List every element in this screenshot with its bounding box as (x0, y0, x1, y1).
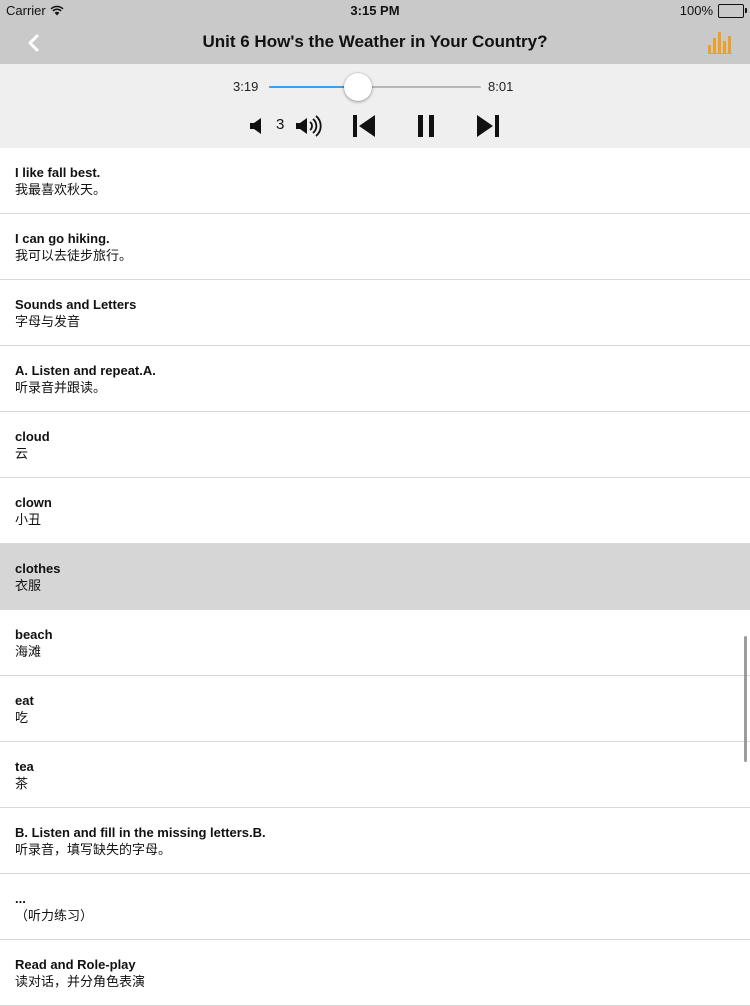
sentence-english: ... (15, 891, 26, 906)
sentence-english: I can go hiking. (15, 231, 110, 246)
battery-icon (718, 3, 747, 18)
volume-up-button[interactable] (294, 112, 326, 140)
list-item[interactable]: Read and Role-play 读对话，并分角色表演 (0, 940, 750, 1006)
scroll-indicator[interactable] (744, 636, 747, 762)
status-bar: Carrier 3:15 PM 100% (0, 0, 750, 22)
sentence-english: clothes (15, 561, 61, 576)
list-item[interactable]: Sounds and Letters 字母与发音 (0, 280, 750, 346)
sentence-english: Sounds and Letters (15, 297, 137, 312)
sentence-english: tea (15, 759, 34, 774)
progress-slider[interactable] (269, 73, 481, 101)
sentence-chinese: 我最喜欢秋天。 (15, 182, 107, 197)
battery-percent: 100% (679, 3, 713, 18)
sentence-chinese: 茶 (15, 776, 29, 791)
list-item[interactable]: cloud 云 (0, 412, 750, 478)
sentence-english: clown (15, 495, 52, 510)
sentence-chinese: 吃 (15, 710, 29, 725)
speaker-high-icon (296, 115, 322, 137)
sentence-english: Read and Role-play (15, 957, 136, 972)
slider-thumb[interactable] (344, 73, 373, 101)
sentence-english: cloud (15, 429, 50, 444)
previous-track-button[interactable] (350, 112, 378, 140)
sentence-chinese: 海滩 (15, 644, 42, 659)
sentence-chinese: 小丑 (15, 512, 42, 527)
navigation-bar: Unit 6 How's the Weather in Your Country… (0, 22, 750, 64)
sentence-chinese: 听录音，填写缺失的字母。 (15, 842, 172, 857)
sentence-list: I like fall best. 我最喜欢秋天。 I can go hiking.… (0, 148, 750, 1006)
list-item[interactable]: ... （听力练习） (0, 874, 750, 940)
list-item[interactable]: B. Listen and fill in the missing letter… (0, 808, 750, 874)
current-time: 3:19 (233, 79, 259, 94)
volume-level: 3 (276, 116, 285, 133)
sentence-chinese: 云 (15, 446, 29, 461)
equalizer-bars-icon[interactable] (708, 32, 732, 54)
battery-info: 100% (679, 3, 747, 18)
pause-button[interactable] (414, 112, 438, 140)
total-time: 8:01 (488, 79, 514, 94)
sentence-english: eat (15, 693, 34, 708)
skip-previous-icon (353, 115, 375, 137)
list-item[interactable]: I like fall best. 我最喜欢秋天。 (0, 148, 750, 214)
next-track-button[interactable] (474, 112, 502, 140)
sentence-english: I like fall best. (15, 165, 101, 180)
speaker-low-icon (250, 118, 261, 134)
sentence-english: A. Listen and repeat.A. (15, 363, 156, 378)
volume-down-button[interactable] (248, 112, 266, 140)
list-item[interactable]: beach 海滩 (0, 610, 750, 676)
status-time: 3:15 PM (350, 3, 400, 18)
pause-icon (418, 115, 434, 137)
list-item[interactable]: eat 吃 (0, 676, 750, 742)
sentence-english: B. Listen and fill in the missing letter… (15, 825, 266, 840)
sentence-chinese: 读对话，并分角色表演 (15, 974, 146, 989)
list-item[interactable]: A. Listen and repeat.A. 听录音并跟读。 (0, 346, 750, 412)
sentence-chinese: 听录音并跟读。 (15, 380, 107, 395)
list-item[interactable]: tea 茶 (0, 742, 750, 808)
sentence-chinese: 衣服 (15, 578, 42, 593)
sentence-chinese: （听力练习） (15, 908, 94, 923)
sentence-chinese: 我可以去徒步旅行。 (15, 248, 133, 263)
page-title: Unit 6 How's the Weather in Your Country… (202, 32, 548, 51)
sentence-chinese: 字母与发音 (15, 314, 81, 329)
audio-player: 3:19 8:01 3 (0, 64, 750, 148)
sentence-english: beach (15, 627, 53, 642)
list-item[interactable]: clown 小丑 (0, 478, 750, 544)
list-item[interactable]: clothes 衣服 (0, 544, 750, 610)
skip-next-icon (477, 115, 499, 137)
list-item[interactable]: I can go hiking. 我可以去徒步旅行。 (0, 214, 750, 280)
